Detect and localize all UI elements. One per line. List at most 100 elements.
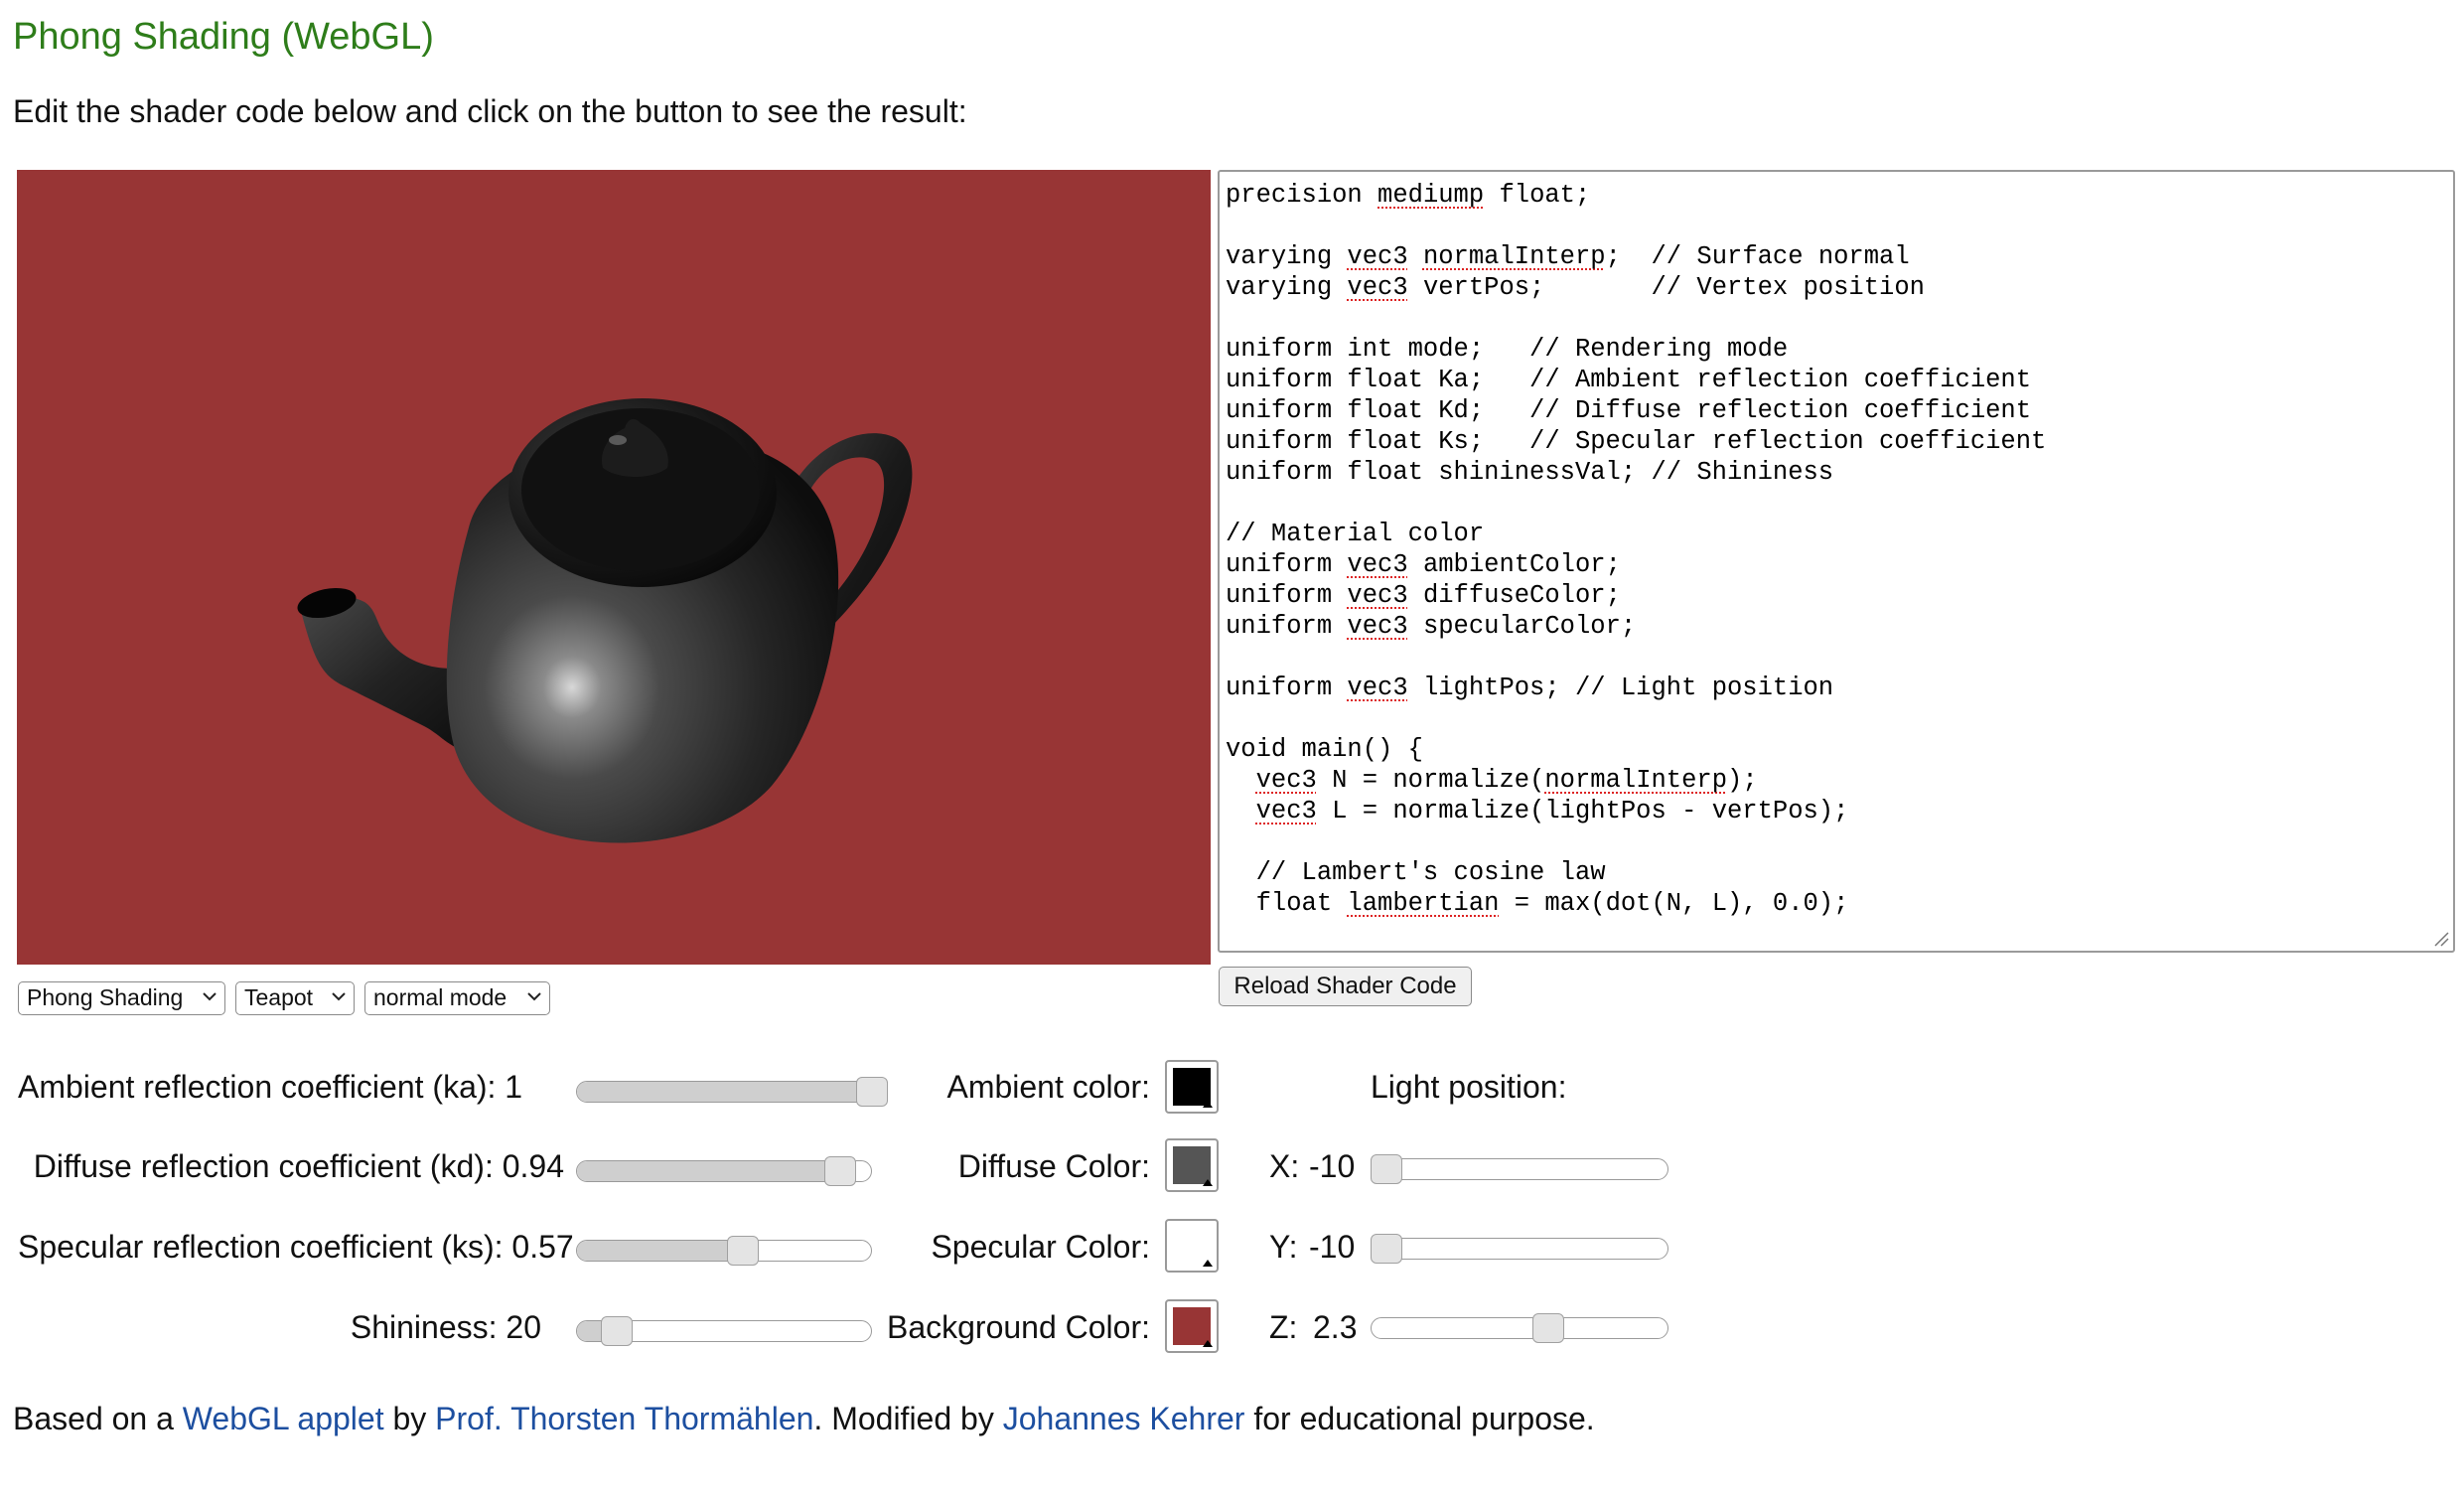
spellcheck-word: vec3	[1347, 550, 1408, 579]
code-line: void main() {	[1226, 734, 2447, 765]
shininess-slider[interactable]	[576, 1314, 872, 1348]
slider-thumb[interactable]	[1371, 1154, 1402, 1184]
light-position-heading: Light position:	[1371, 1069, 1567, 1105]
webgl-canvas[interactable]	[17, 170, 1211, 965]
slider-thumb[interactable]	[824, 1156, 857, 1186]
light-y-label: Y:	[1269, 1229, 1298, 1265]
code-token: ; // Surface normal	[1605, 242, 1910, 271]
spellcheck-word: mediump	[1377, 181, 1485, 210]
kehrer-link[interactable]: Johannes Kehrer	[1003, 1401, 1245, 1436]
slider-thumb[interactable]	[1532, 1313, 1565, 1343]
ka-label: Ambient reflection coefficient (ka): 1	[18, 1069, 523, 1105]
shading-select-value: Phong Shading	[27, 984, 184, 1010]
slider-fill	[577, 1082, 873, 1102]
slider-track	[576, 1081, 888, 1103]
code-line: vec3 L = normalize(lightPos - vertPos);	[1226, 796, 2447, 826]
light-z-value: 2.3	[1313, 1309, 1358, 1345]
code-token: lightPos; // Light position	[1407, 674, 1834, 702]
shading-select[interactable]: Phong Shading	[18, 981, 225, 1015]
slider-track	[1371, 1238, 1668, 1260]
code-token: uniform float Kd; // Diffuse reflection …	[1226, 396, 2032, 425]
chevron-down-icon	[203, 992, 217, 1001]
code-line: // Material color	[1226, 519, 2447, 549]
specular-color-picker[interactable]	[1165, 1219, 1219, 1273]
mode-select[interactable]: normal mode	[364, 981, 550, 1015]
dropdown-triangle-icon	[1203, 1101, 1213, 1108]
code-token: L = normalize(lightPos - vertPos);	[1316, 797, 1849, 826]
footer-text-2: by	[383, 1401, 436, 1436]
code-token: uniform int mode; // Rendering mode	[1226, 335, 1789, 364]
code-line: uniform vec3 ambientColor;	[1226, 549, 2447, 580]
resize-grip-icon[interactable]	[2431, 929, 2449, 947]
code-token: = max(dot(N, L), 0.0);	[1499, 889, 1849, 918]
code-token: // Lambert's cosine law	[1226, 858, 1606, 887]
code-token: varying	[1226, 273, 1348, 302]
slider-fill	[577, 1161, 842, 1181]
light-x-slider[interactable]	[1371, 1152, 1668, 1186]
code-line: varying vec3 vertPos; // Vertex position	[1226, 272, 2447, 303]
code-token: // Material color	[1226, 520, 1485, 548]
light-y-value: -10	[1309, 1229, 1356, 1265]
background-color-picker[interactable]	[1165, 1299, 1219, 1353]
code-line: precision mediump float;	[1226, 180, 2447, 211]
light-y-slider[interactable]	[1371, 1232, 1668, 1266]
ambient-color-label: Ambient color:	[946, 1069, 1150, 1105]
shader-code-text[interactable]: precision mediump float; varying vec3 no…	[1220, 172, 2453, 927]
ks-slider[interactable]	[576, 1234, 872, 1268]
model-select-value: Teapot	[244, 984, 314, 1010]
light-z-slider[interactable]	[1371, 1311, 1668, 1345]
mode-select-value: normal mode	[373, 984, 507, 1010]
footer-text-1: Based on a	[13, 1401, 183, 1436]
slider-thumb[interactable]	[856, 1077, 888, 1107]
kd-slider[interactable]	[576, 1154, 872, 1188]
spellcheck-word: vec3	[1347, 674, 1408, 702]
code-line: uniform vec3 diffuseColor;	[1226, 580, 2447, 611]
code-token: precision	[1226, 181, 1378, 210]
page-title: Phong Shading (WebGL)	[13, 16, 434, 58]
diffuse-color-picker[interactable]	[1165, 1138, 1219, 1192]
thormaehlen-link[interactable]: Prof. Thorsten Thormählen	[435, 1401, 813, 1436]
slider-track	[576, 1240, 872, 1262]
teapot-render	[297, 398, 913, 843]
spellcheck-word: vec3	[1255, 766, 1317, 795]
code-token: float;	[1484, 181, 1591, 210]
webgl-applet-link[interactable]: WebGL applet	[183, 1401, 384, 1436]
model-select[interactable]: Teapot	[235, 981, 355, 1015]
code-line: uniform int mode; // Rendering mode	[1226, 334, 2447, 365]
slider-thumb[interactable]	[1371, 1234, 1402, 1264]
footer-text-3: . Modified by	[813, 1401, 1003, 1436]
code-line: float lambertian = max(dot(N, L), 0.0);	[1226, 888, 2447, 919]
shininess-label: Shininess: 20	[350, 1309, 541, 1345]
code-token: );	[1727, 766, 1758, 795]
code-line: // Lambert's cosine law	[1226, 857, 2447, 888]
code-line: varying vec3 normalInterp; // Surface no…	[1226, 241, 2447, 272]
spellcheck-word: vec3	[1347, 273, 1408, 302]
spellcheck-word: vec3	[1347, 612, 1408, 641]
spellcheck-word: vec3	[1347, 242, 1408, 271]
specular-color-label: Specular Color:	[931, 1229, 1150, 1265]
spellcheck-word: vec3	[1255, 797, 1317, 826]
shader-code-editor[interactable]: precision mediump float; varying vec3 no…	[1218, 170, 2455, 953]
slider-fill	[577, 1241, 744, 1261]
reload-shader-button[interactable]: Reload Shader Code	[1219, 967, 1472, 1006]
dropdown-triangle-icon	[1203, 1340, 1213, 1347]
spellcheck-word: normalInterp	[1422, 242, 1606, 271]
code-line: uniform float Ks; // Specular reflection…	[1226, 426, 2447, 457]
dropdown-triangle-icon	[1203, 1260, 1213, 1267]
ka-slider[interactable]	[576, 1075, 888, 1109]
code-token: void main() {	[1226, 735, 1423, 764]
slider-thumb[interactable]	[726, 1236, 759, 1266]
code-token: uniform	[1226, 550, 1348, 579]
light-x-value: -10	[1309, 1148, 1356, 1184]
code-token: diffuseColor;	[1407, 581, 1621, 610]
background-color-label: Background Color:	[886, 1309, 1150, 1345]
ambient-color-picker[interactable]	[1165, 1060, 1219, 1114]
light-x-label: X:	[1269, 1148, 1300, 1184]
dropdown-triangle-icon	[1203, 1179, 1213, 1186]
slider-thumb[interactable]	[601, 1316, 634, 1346]
